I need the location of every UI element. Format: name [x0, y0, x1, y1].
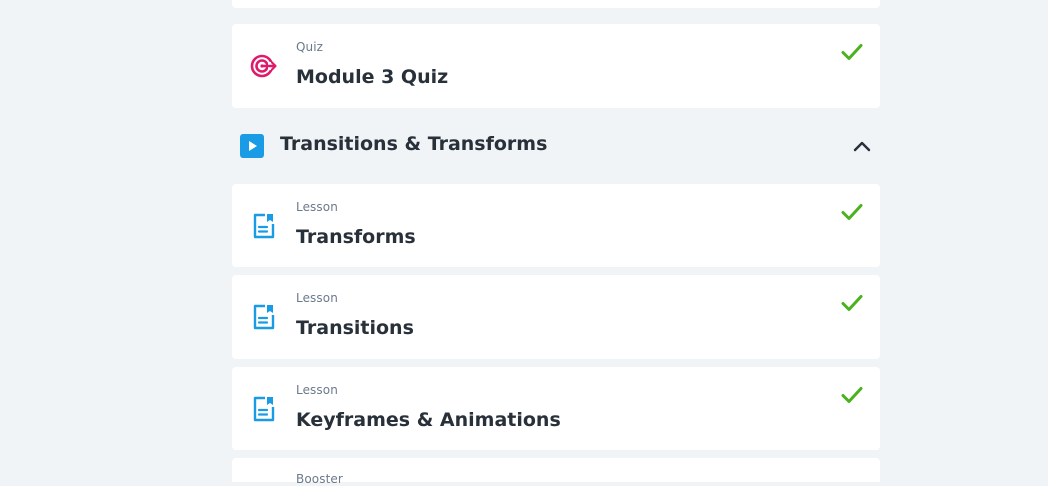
booster-item-card[interactable]: Booster: [232, 458, 880, 486]
previous-item-card[interactable]: [232, 0, 880, 8]
chevron-up-icon[interactable]: [850, 134, 874, 158]
item-type-label: Lesson: [296, 383, 338, 397]
lesson-item-card[interactable]: Lesson Transitions: [232, 275, 880, 359]
lesson-document-icon: [253, 396, 275, 422]
item-type-label: Lesson: [296, 200, 338, 214]
item-title[interactable]: Transforms: [296, 226, 416, 248]
section-title: Transitions & Transforms: [280, 133, 548, 155]
lesson-item-card[interactable]: Lesson Transforms: [232, 184, 880, 267]
completed-check-icon: [841, 204, 863, 220]
item-title[interactable]: Transitions: [296, 317, 414, 339]
item-type-label: Booster: [296, 472, 343, 486]
play-icon: [240, 134, 264, 158]
item-title[interactable]: Keyframes & Animations: [296, 409, 561, 431]
section-header[interactable]: Transitions & Transforms: [232, 118, 880, 174]
item-type-label: Lesson: [296, 291, 338, 305]
item-title[interactable]: Module 3 Quiz: [296, 66, 448, 88]
completed-check-icon: [841, 295, 863, 311]
completed-check-icon: [841, 44, 863, 60]
item-type-label: Quiz: [296, 40, 324, 54]
completed-check-icon: [841, 387, 863, 403]
lesson-item-card[interactable]: Lesson Keyframes & Animations: [232, 367, 880, 450]
quiz-item-card[interactable]: Quiz Module 3 Quiz: [232, 24, 880, 108]
lesson-document-icon: [253, 213, 275, 239]
lesson-document-icon: [253, 304, 275, 330]
target-icon: [250, 54, 277, 78]
